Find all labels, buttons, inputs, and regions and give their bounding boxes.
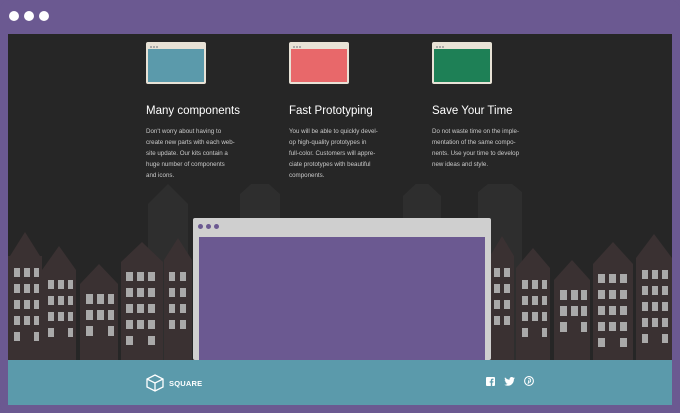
features-section: Many components Don't worry about having… [8,34,672,234]
window-minimize-dot[interactable] [24,11,34,21]
feature-thumbnail [289,42,349,84]
feature-title: Fast Prototyping [289,105,373,117]
feature-description: Don't worry about having to create new p… [146,128,235,179]
facebook-icon[interactable] [486,376,495,386]
browser-dot [198,224,203,229]
twitter-icon[interactable] [504,376,515,386]
feature-many-components: Many components Don't worry about having… [146,42,266,181]
feature-title: Save Your Time [432,105,513,117]
content-stage: Many components Don't worry about having… [8,34,672,405]
window-controls [9,11,49,21]
pinterest-icon[interactable] [524,376,534,386]
brand-logo[interactable]: SQUARE [146,374,202,392]
browser-dot [214,224,219,229]
app-window: Many components Don't worry about having… [0,0,680,413]
footer: SQUARE [8,360,672,405]
browser-mockup [193,218,491,360]
feature-description: You will be able to quickly devel- op hi… [289,128,378,179]
cube-logo-icon [146,374,164,392]
brand-name: SQUARE [169,378,203,388]
browser-screen [199,237,485,360]
feature-save-your-time: Save Your Time Do not waste time on the … [432,42,552,170]
feature-description: Do not waste time on the imple- mentatio… [432,128,520,168]
feature-thumbnail [146,42,206,84]
window-maximize-dot[interactable] [39,11,49,21]
window-close-dot[interactable] [9,11,19,21]
browser-controls [198,224,219,229]
browser-dot [206,224,211,229]
feature-fast-prototyping: Fast Prototyping You will be able to qui… [289,42,409,181]
social-links [486,376,534,386]
feature-title: Many components [146,105,240,117]
feature-thumbnail [432,42,492,84]
